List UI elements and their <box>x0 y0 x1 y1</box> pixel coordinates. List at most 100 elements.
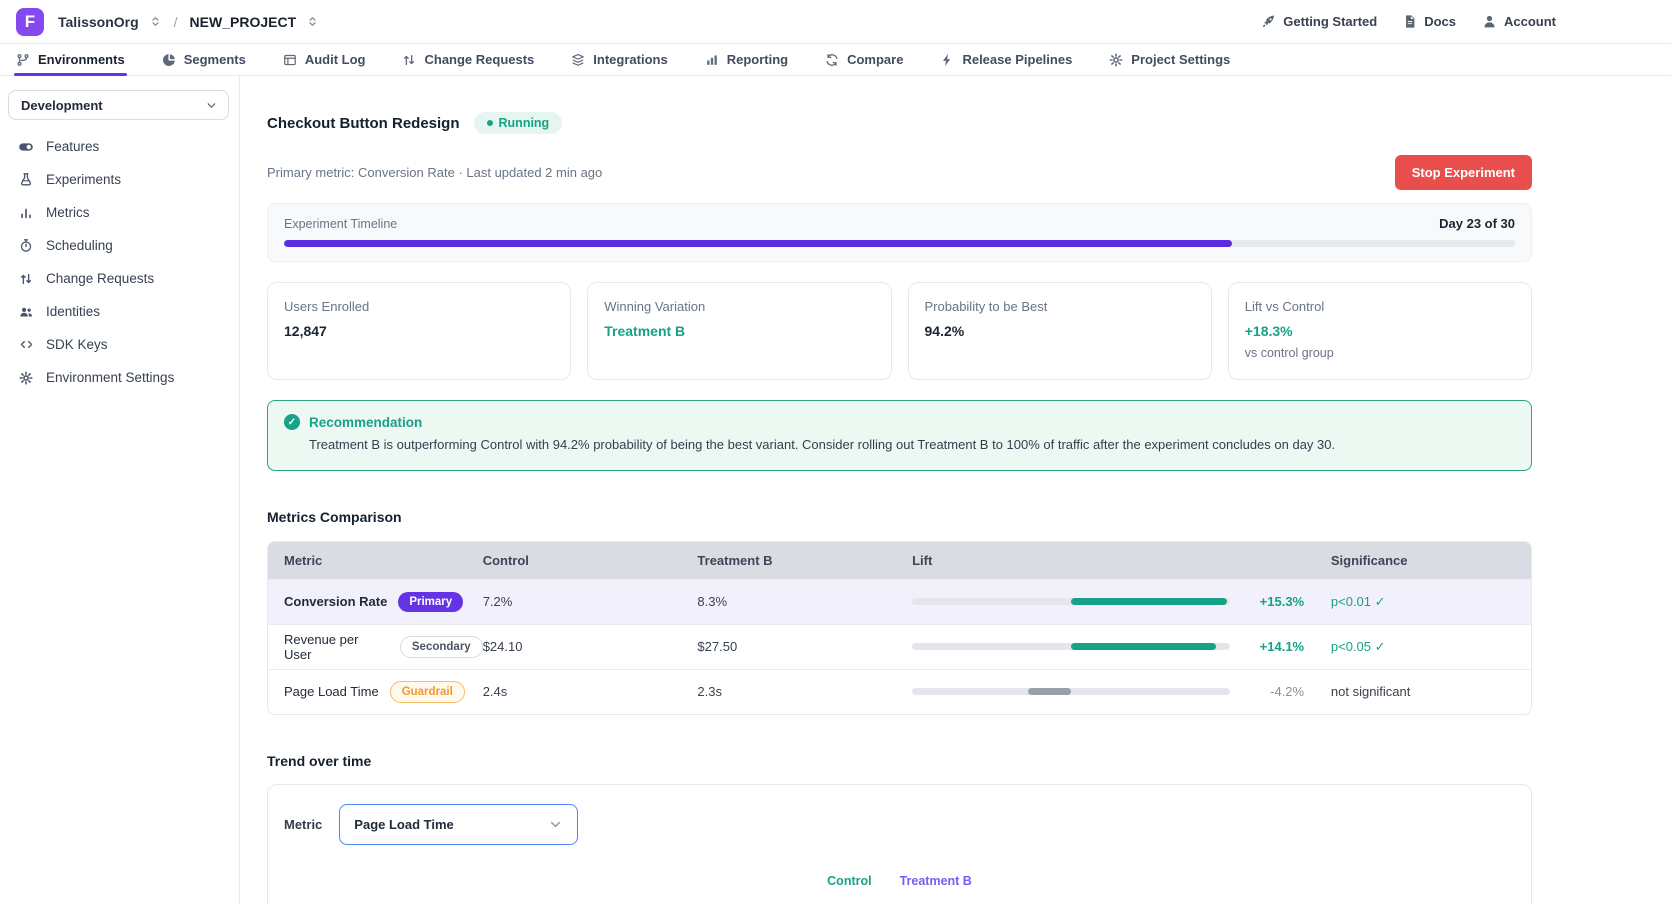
flask-icon <box>18 172 34 187</box>
tab-compare[interactable]: Compare <box>825 44 903 75</box>
sidebar-item-metrics[interactable]: Metrics <box>8 196 229 229</box>
pie-icon <box>162 53 176 67</box>
tab-audit-log[interactable]: Audit Log <box>283 44 366 75</box>
metric-select-value: Page Load Time <box>354 817 453 832</box>
sidebar-item-label: Features <box>46 139 99 154</box>
sidebar-item-features[interactable]: Features <box>8 130 229 163</box>
stat-label: Winning Variation <box>604 299 874 314</box>
stat-card-users-enrolled: Users Enrolled 12,847 <box>267 282 571 380</box>
legend-item-control[interactable]: Control <box>827 874 871 888</box>
column-header-control: Control <box>483 553 698 568</box>
treatment-value: 8.3% <box>697 594 727 609</box>
legend-item-treatment-b[interactable]: Treatment B <box>900 874 972 888</box>
tab-reporting[interactable]: Reporting <box>705 44 788 75</box>
org-name[interactable]: TalissonOrg <box>58 14 139 30</box>
gear-icon <box>1109 53 1123 67</box>
sidebar-menu: Features Experiments Metrics <box>8 130 229 394</box>
lift-bar-track <box>912 643 1230 650</box>
list-icon <box>283 53 297 67</box>
significance-value: not significant <box>1331 684 1411 699</box>
tab-project-settings-label: Project Settings <box>1131 52 1230 67</box>
stat-value: 94.2% <box>925 323 1195 339</box>
tab-integrations[interactable]: Integrations <box>571 44 667 75</box>
project-name[interactable]: NEW_PROJECT <box>190 14 297 30</box>
sidebar-item-change-requests[interactable]: Change Requests <box>8 262 229 295</box>
layers-icon <box>571 53 585 67</box>
tab-segments[interactable]: Segments <box>162 44 246 75</box>
recommendation-banner: ✓ Recommendation Treatment B is outperfo… <box>267 400 1532 471</box>
tab-reporting-label: Reporting <box>727 52 788 67</box>
trend-over-time-heading: Trend over time <box>267 753 1532 769</box>
bar-chart-icon <box>705 53 719 67</box>
tab-integrations-label: Integrations <box>593 52 667 67</box>
tab-project-settings[interactable]: Project Settings <box>1109 44 1230 75</box>
tab-audit-log-label: Audit Log <box>305 52 366 67</box>
stat-card-probability-best: Probability to be Best 94.2% <box>908 282 1212 380</box>
lift-value: -4.2% <box>1230 684 1304 699</box>
timeline-progress-track <box>284 240 1515 247</box>
stat-cards-row: Users Enrolled 12,847 Winning Variation … <box>267 282 1532 380</box>
tab-change-requests[interactable]: Change Requests <box>402 44 534 75</box>
tab-compare-label: Compare <box>847 52 903 67</box>
lift-bar-track <box>912 688 1230 695</box>
status-badge: Running <box>474 112 563 134</box>
lift-value: +15.3% <box>1230 594 1304 609</box>
account-label: Account <box>1504 14 1556 29</box>
metric-badge-guardrail: Guardrail <box>390 681 465 703</box>
recommendation-body: Treatment B is outperforming Control wit… <box>309 436 1515 455</box>
sidebar-item-label: SDK Keys <box>46 337 108 352</box>
top-bar: F TalissonOrg / NEW_PROJECT Getting Star… <box>0 0 1671 44</box>
stat-card-winning-variation: Winning Variation Treatment B <box>587 282 891 380</box>
org-switcher-icon[interactable] <box>149 15 162 28</box>
docs-link[interactable]: Docs <box>1403 14 1456 29</box>
tab-environments-label: Environments <box>38 52 125 67</box>
stopwatch-icon <box>18 238 34 253</box>
sidebar-item-scheduling[interactable]: Scheduling <box>8 229 229 262</box>
tab-environments[interactable]: Environments <box>16 44 125 75</box>
sidebar-item-label: Experiments <box>46 172 121 187</box>
sidebar-item-sdk-keys[interactable]: SDK Keys <box>8 328 229 361</box>
treatment-value: $27.50 <box>697 639 737 654</box>
tab-segments-label: Segments <box>184 52 246 67</box>
environment-selector[interactable]: Development <box>8 90 229 120</box>
rocket-icon <box>1261 14 1276 29</box>
column-header-significance: Significance <box>1329 553 1531 568</box>
lift-bar-fill <box>1071 643 1216 650</box>
app-logo-icon[interactable]: F <box>16 8 44 36</box>
top-bar-links: Getting Started Docs Account <box>1261 14 1556 29</box>
sidebar-item-label: Identities <box>46 304 100 319</box>
sidebar-item-environment-settings[interactable]: Environment Settings <box>8 361 229 394</box>
stat-card-lift-vs-control: Lift vs Control +18.3% vs control group <box>1228 282 1532 380</box>
timeline-progress-fill <box>284 240 1232 247</box>
breadcrumb: F TalissonOrg / NEW_PROJECT <box>16 8 319 36</box>
sidebar-item-identities[interactable]: Identities <box>8 295 229 328</box>
table-header-row: Metric Control Treatment B Lift Signific… <box>268 542 1531 579</box>
lift-bar-track <box>912 598 1230 605</box>
environment-selector-value: Development <box>21 98 103 113</box>
sidebar-item-experiments[interactable]: Experiments <box>8 163 229 196</box>
person-icon <box>1482 14 1497 29</box>
document-icon <box>1403 14 1417 29</box>
control-value: 2.4s <box>483 684 508 699</box>
table-row-conversion-rate[interactable]: Conversion Rate Primary 7.2% 8.3% +15.3%… <box>268 579 1531 624</box>
stop-experiment-button[interactable]: Stop Experiment <box>1395 155 1532 190</box>
project-switcher-icon[interactable] <box>306 15 319 28</box>
docs-label: Docs <box>1424 14 1456 29</box>
account-link[interactable]: Account <box>1482 14 1556 29</box>
tab-change-requests-label: Change Requests <box>424 52 534 67</box>
sidebar-item-label: Scheduling <box>46 238 113 253</box>
stat-value: +18.3% <box>1245 323 1515 339</box>
metric-select-dropdown[interactable]: Page Load Time <box>339 804 578 845</box>
experiment-subtitle: Primary metric: Conversion Rate · Last u… <box>267 165 602 180</box>
lift-bar-fill <box>1071 598 1227 605</box>
metrics-bars-icon <box>18 206 34 220</box>
compare-arrows-icon <box>825 53 839 67</box>
check-circle-icon: ✓ <box>284 414 300 430</box>
stat-subtext: vs control group <box>1245 346 1515 360</box>
metric-name: Conversion Rate <box>284 594 387 609</box>
table-row-revenue-per-user[interactable]: Revenue per User Secondary $24.10 $27.50… <box>268 624 1531 669</box>
table-row-page-load-time[interactable]: Page Load Time Guardrail 2.4s 2.3s -4.2%… <box>268 669 1531 714</box>
getting-started-link[interactable]: Getting Started <box>1261 14 1377 29</box>
tab-release-pipelines[interactable]: Release Pipelines <box>940 44 1072 75</box>
stat-value: Treatment B <box>604 323 874 339</box>
